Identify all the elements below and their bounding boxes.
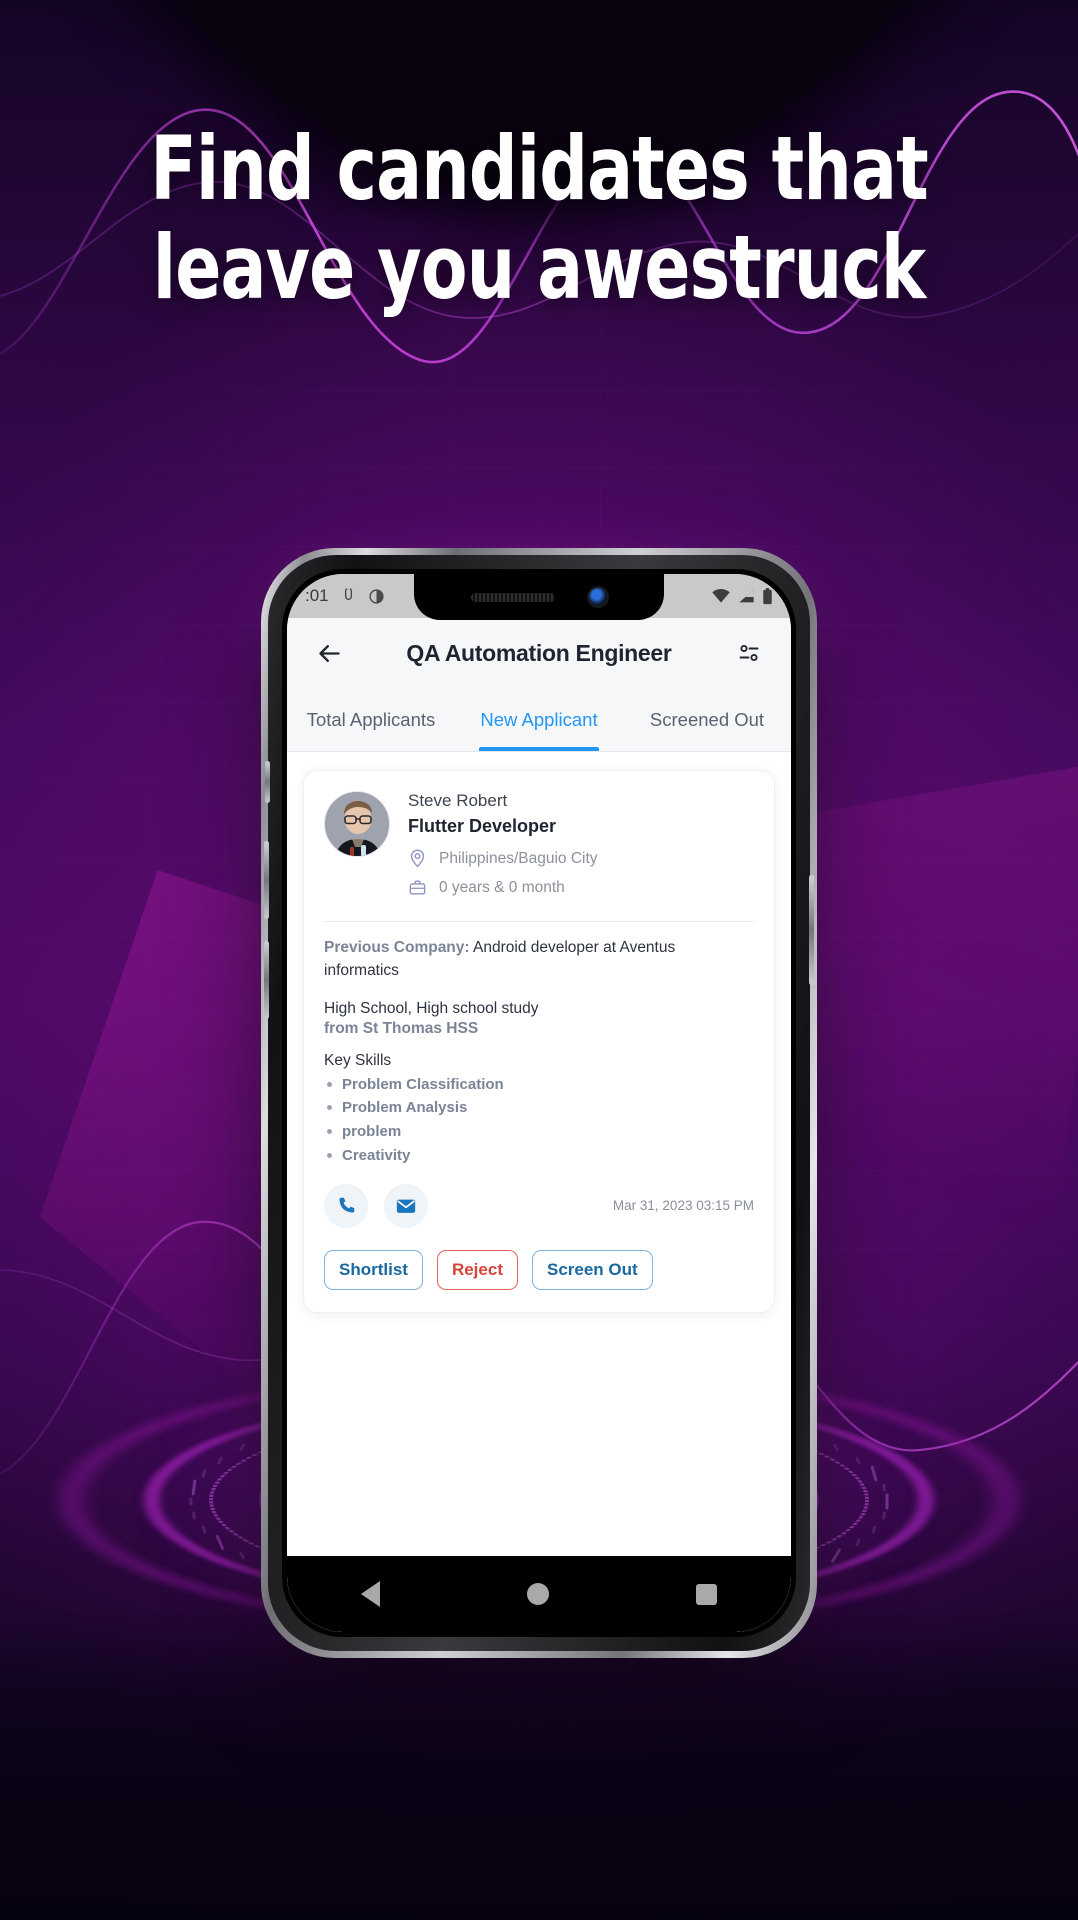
tab-screened-out[interactable]: Screened Out xyxy=(623,688,791,751)
wifi-icon xyxy=(712,588,730,603)
candidate-experience-row: 0 years & 0 month xyxy=(408,878,754,897)
previous-company-line: Previous Company: Android developer at A… xyxy=(324,936,754,983)
phone-mockup: :01 QA Automation Engineer Total Applica… xyxy=(261,548,817,1658)
tab-total-applicants[interactable]: Total Applicants xyxy=(287,688,455,751)
tune-filter-icon xyxy=(739,644,759,662)
screen-record-icon xyxy=(369,588,384,604)
back-arrow-icon xyxy=(318,644,340,662)
briefcase-icon xyxy=(409,880,426,895)
screen-out-button[interactable]: Screen Out xyxy=(531,1249,653,1290)
page-title: Find candidates that leave you awestruck xyxy=(75,117,1002,319)
education-line: High School, High school study xyxy=(324,999,539,1017)
list-item: problem xyxy=(324,1120,754,1144)
education-institution: from St Thomas HSS xyxy=(324,1019,479,1037)
contact-actions-row: Mar 31, 2023 03:15 PM xyxy=(324,1183,754,1228)
phone-mute-switch[interactable] xyxy=(265,761,270,803)
applicant-list: Steve Robert Flutter Developer Philippin xyxy=(287,752,791,1632)
avatar xyxy=(324,791,390,857)
headline-line-2: leave you awestruck xyxy=(152,215,926,319)
filter-button[interactable] xyxy=(729,633,769,673)
phone-volume-up-button[interactable] xyxy=(264,841,269,919)
tab-new-applicant[interactable]: New Applicant xyxy=(455,688,623,751)
list-item: Problem Analysis xyxy=(324,1096,754,1120)
candidate-location: Philippines/Baguio City xyxy=(439,849,598,867)
nav-back-icon[interactable] xyxy=(360,1581,380,1607)
key-skills-title: Key Skills xyxy=(324,1051,392,1069)
location-pin-icon xyxy=(410,849,425,868)
phone-icon xyxy=(339,1197,355,1213)
app-bar-title: QA Automation Engineer xyxy=(406,639,672,666)
android-nav-bar xyxy=(287,1556,791,1632)
cellular-signal-icon xyxy=(739,589,754,603)
envelope-icon xyxy=(396,1199,416,1213)
pedestal-tick xyxy=(881,1483,886,1492)
poster-background: Find candidates that leave you awestruck… xyxy=(0,0,1078,1920)
list-item: Problem Classification xyxy=(324,1073,754,1097)
phone-frame: :01 QA Automation Engineer Total Applica… xyxy=(261,548,817,1658)
headline-line-1: Find candidates that xyxy=(150,117,928,220)
list-item: Creativity xyxy=(324,1144,754,1168)
nav-recents-icon[interactable] xyxy=(696,1583,718,1605)
applied-timestamp: Mar 31, 2023 03:15 PM xyxy=(612,1198,754,1213)
pedestal-tick xyxy=(885,1493,889,1510)
key-skills-list: Problem Classification Problem Analysis … xyxy=(324,1073,754,1168)
email-button[interactable] xyxy=(384,1183,428,1228)
phone-notch xyxy=(414,574,664,620)
app-bar: QA Automation Engineer xyxy=(287,618,791,688)
front-camera-icon xyxy=(589,588,607,606)
shortlist-button[interactable]: Shortlist xyxy=(324,1249,423,1290)
battery-icon xyxy=(763,587,772,604)
card-divider xyxy=(324,921,754,922)
candidate-card[interactable]: Steve Robert Flutter Developer Philippin xyxy=(303,770,775,1313)
decision-actions: Shortlist Reject Screen Out xyxy=(324,1249,754,1290)
previous-company-label: Previous Company: xyxy=(324,939,470,956)
phone-power-button[interactable] xyxy=(809,875,814,985)
status-bar: :01 xyxy=(287,574,791,620)
back-button[interactable] xyxy=(309,633,349,673)
call-button[interactable] xyxy=(324,1183,368,1228)
candidate-location-row: Philippines/Baguio City xyxy=(408,849,754,868)
nav-home-icon[interactable] xyxy=(526,1583,549,1605)
applicant-tabs: Total Applicants New Applicant Screened … xyxy=(287,688,791,752)
phone-volume-down-button[interactable] xyxy=(264,941,269,1019)
candidate-experience: 0 years & 0 month xyxy=(439,878,565,896)
earpiece-speaker-icon xyxy=(471,592,555,602)
status-bar-time: :01 xyxy=(305,586,329,605)
candidate-name: Steve Robert xyxy=(408,791,508,810)
reject-button[interactable]: Reject xyxy=(436,1249,518,1290)
candidate-role: Flutter Developer xyxy=(408,816,557,836)
usb-icon xyxy=(344,587,352,600)
background-bottom-fade xyxy=(0,1612,1078,1920)
phone-screen: :01 QA Automation Engineer Total Applica… xyxy=(287,574,791,1632)
pedestal-tick xyxy=(189,1497,193,1506)
